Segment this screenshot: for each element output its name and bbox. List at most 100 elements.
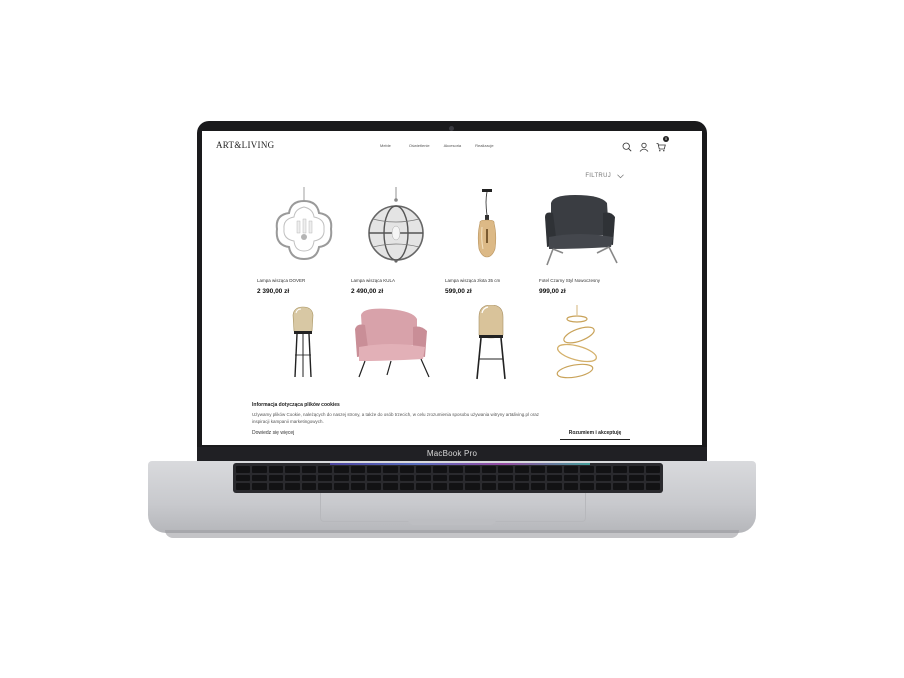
product-card[interactable] xyxy=(257,305,351,406)
site-header: ART&LIVING Meble Oświetlenie Akcesoria R… xyxy=(202,131,702,161)
keyboard-key xyxy=(350,474,366,482)
trackpad xyxy=(320,493,586,522)
screen: ART&LIVING Meble Oświetlenie Akcesoria R… xyxy=(202,131,702,445)
keyboard-key xyxy=(334,466,349,473)
product-image-globe-lamp[interactable] xyxy=(351,187,445,272)
nav-item-meble[interactable]: Meble xyxy=(380,143,391,148)
keyboard-key xyxy=(416,466,431,473)
product-image-black-armchair[interactable] xyxy=(539,187,633,272)
product-card[interactable] xyxy=(539,305,633,406)
filter-toggle[interactable]: FILTRUJ xyxy=(585,173,624,179)
user-icon[interactable] xyxy=(639,139,649,152)
keyboard-key xyxy=(498,483,513,490)
keyboard-key xyxy=(580,483,595,490)
keyboard-key xyxy=(367,474,382,482)
cookie-banner: Informacja dotycząca plików cookies Używ… xyxy=(202,399,702,445)
keyboard-key xyxy=(629,466,644,473)
keyboard-key xyxy=(481,474,497,482)
keyboard-key xyxy=(285,483,300,490)
product-price: 999,00 zł xyxy=(539,288,566,295)
cookie-title: Informacja dotycząca plików cookies xyxy=(252,402,340,408)
keyboard-key xyxy=(399,483,415,490)
product-name[interactable]: Lampa wisząca złota 35 cm xyxy=(445,278,539,285)
product-name[interactable]: Lampa wisząca KULA xyxy=(351,278,445,285)
product-card[interactable]: Fotel Czarny Styl Nowoczesny 999,00 zł xyxy=(539,187,633,295)
cookie-learn-more-link[interactable]: Dowiedz się więcej xyxy=(252,430,294,436)
keyboard-key xyxy=(252,466,267,473)
keyboard-key xyxy=(432,483,447,490)
product-image-pink-armchair[interactable] xyxy=(351,305,445,390)
keyboard-key xyxy=(448,483,464,490)
keyboard-key xyxy=(596,474,611,482)
keyboard-key xyxy=(612,483,628,490)
device-label: MacBook Pro xyxy=(426,449,478,458)
cart-count-badge: 0 xyxy=(663,136,669,142)
keyboard-key xyxy=(563,483,579,490)
keyboard-key xyxy=(268,474,284,482)
keyboard-key xyxy=(645,474,660,482)
keyboard xyxy=(233,463,663,493)
keyboard-key xyxy=(645,466,660,473)
product-image-floor-lamp[interactable] xyxy=(257,305,351,390)
nav-item-oswietlenie[interactable]: Oświetlenie xyxy=(409,143,430,148)
keyboard-key xyxy=(268,466,284,473)
keyboard-key xyxy=(563,474,579,482)
keyboard-key xyxy=(448,474,464,482)
header-icons: 0 xyxy=(622,136,669,152)
keyboard-key xyxy=(236,474,251,482)
keyboard-key xyxy=(399,466,415,473)
nav-item-realizacje[interactable]: Realizacje xyxy=(475,143,493,148)
keyboard-key xyxy=(514,466,529,473)
nav-item-akcesoria[interactable]: Akcesoria xyxy=(444,143,462,148)
product-image-chandelier[interactable] xyxy=(257,187,351,272)
keyboard-key xyxy=(498,474,513,482)
lid-notch xyxy=(408,519,496,525)
product-price: 599,00 zł xyxy=(445,288,472,295)
laptop-base-edge xyxy=(165,530,739,538)
product-card[interactable]: Lampa wisząca KULA 2 490,00 zł xyxy=(351,187,445,295)
keyboard-key xyxy=(547,466,562,473)
chevron-down-icon xyxy=(617,174,624,178)
product-name[interactable]: Lampa wisząca DOVER xyxy=(257,278,351,285)
keyboard-key xyxy=(514,483,529,490)
keyboard-key xyxy=(465,466,480,473)
keyboard-key xyxy=(301,466,316,473)
keyboard-key xyxy=(481,483,497,490)
keyboard-key xyxy=(416,474,431,482)
keyboard-key xyxy=(596,466,611,473)
product-grid: Lampa wisząca DOVER 2 390,00 zł Lampa wi… xyxy=(257,187,637,406)
keyboard-key xyxy=(563,466,579,473)
main-nav: Meble Oświetlenie Akcesoria Realizacje xyxy=(380,143,508,148)
keyboard-key xyxy=(514,474,529,482)
keyboard-key xyxy=(350,483,366,490)
product-card[interactable]: Lampa wisząca złota 35 cm 599,00 zł xyxy=(445,187,539,295)
keyboard-key xyxy=(317,466,333,473)
touch-bar xyxy=(330,463,590,465)
product-card[interactable] xyxy=(445,304,539,406)
keyboard-key xyxy=(465,474,480,482)
keyboard-key xyxy=(301,474,316,482)
keyboard-key xyxy=(547,474,562,482)
cookie-text: Używamy plików Cookie, należących do nas… xyxy=(252,412,540,424)
keyboard-key xyxy=(416,483,431,490)
keyboard-key xyxy=(317,474,333,482)
cookie-accept-button[interactable]: Rozumiem i akceptuję xyxy=(560,428,630,440)
keyboard-key xyxy=(629,483,644,490)
product-card[interactable] xyxy=(351,305,445,406)
keyboard-key xyxy=(530,483,546,490)
keyboard-key xyxy=(252,474,267,482)
keyboard-key xyxy=(612,474,628,482)
keyboard-key xyxy=(629,474,644,482)
product-image-large-floor-lamp[interactable] xyxy=(445,304,539,390)
keyboard-key xyxy=(285,466,300,473)
keyboard-key xyxy=(547,483,562,490)
product-name[interactable]: Fotel Czarny Styl Nowoczesny xyxy=(539,278,633,285)
product-image-amber-pendant[interactable] xyxy=(445,187,539,272)
keyboard-key xyxy=(465,483,480,490)
logo[interactable]: ART&LIVING xyxy=(216,140,274,150)
product-card[interactable]: Lampa wisząca DOVER 2 390,00 zł xyxy=(257,187,351,295)
product-image-gold-ring-chandelier[interactable] xyxy=(539,305,633,390)
cart-icon[interactable]: 0 xyxy=(656,136,669,152)
keyboard-key xyxy=(367,483,382,490)
search-icon[interactable] xyxy=(622,139,632,152)
